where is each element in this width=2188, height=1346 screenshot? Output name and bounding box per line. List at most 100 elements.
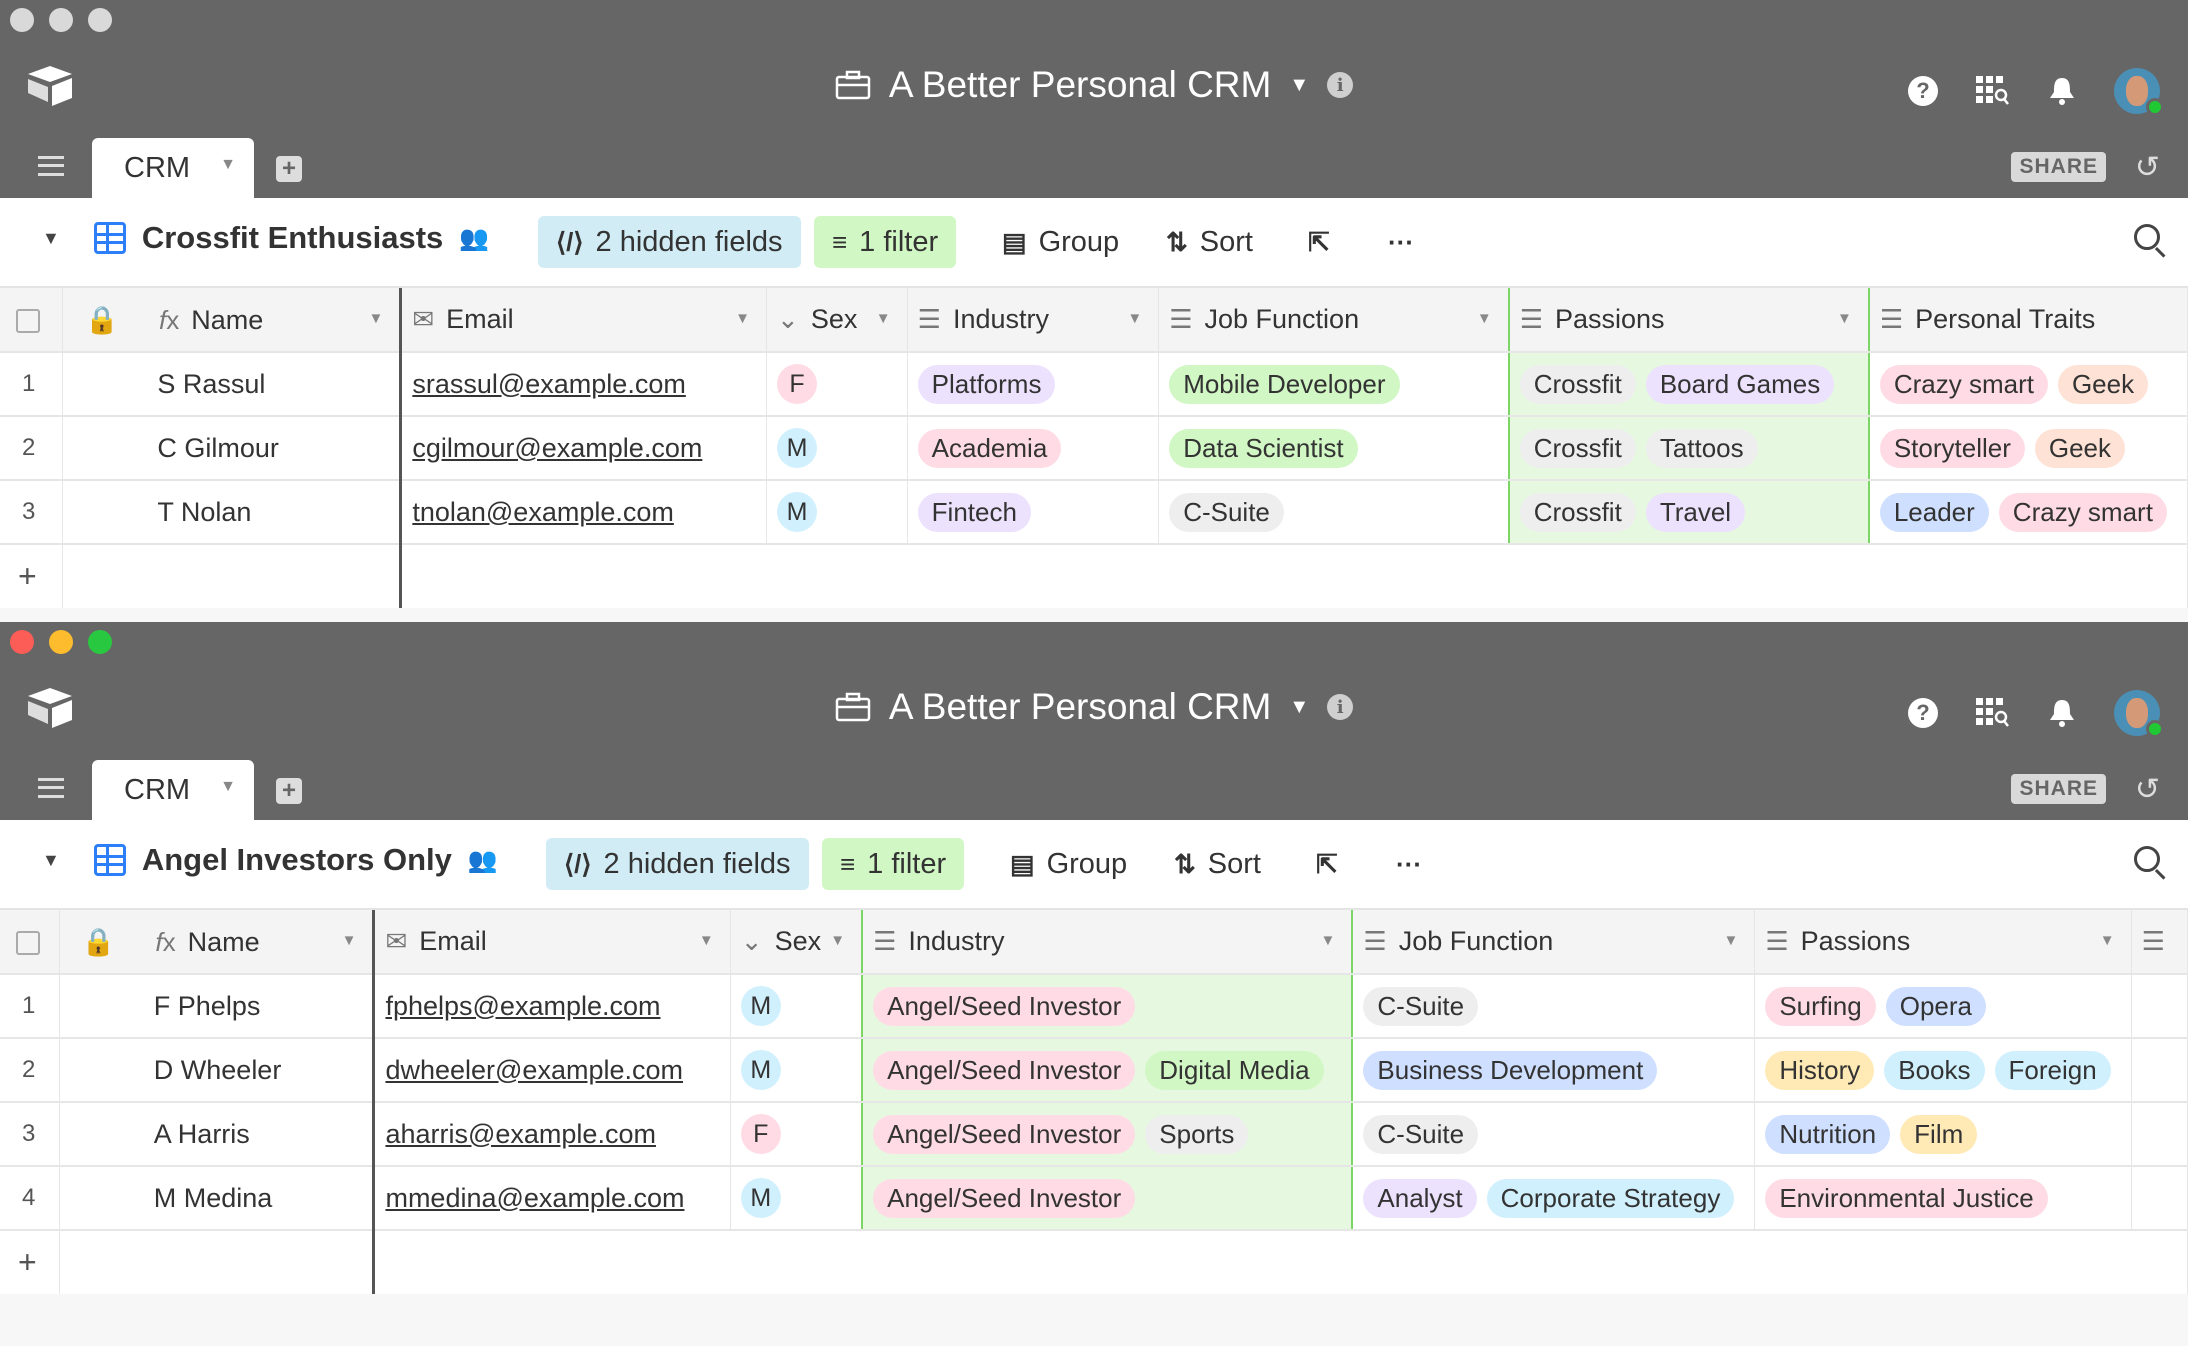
help-icon[interactable]: ? <box>1908 698 1938 728</box>
industry-cell[interactable]: Angel/Seed Investor Sports <box>861 1102 1354 1167</box>
add-table-icon[interactable]: + <box>276 778 302 804</box>
apps-icon[interactable] <box>1976 76 2010 106</box>
job-cell[interactable]: C-Suite <box>1352 974 1756 1039</box>
more-icon[interactable]: ··· <box>1370 216 1432 268</box>
tab-dropdown-icon[interactable]: ▼ <box>220 778 236 796</box>
industry-cell[interactable]: Angel/Seed Investor Digital Media <box>861 1038 1354 1103</box>
hidden-fields-button[interactable]: ⟨/⟩ 2 hidden fields <box>546 838 809 890</box>
column-header-next[interactable]: ☰ <box>2131 910 2188 975</box>
filter-button[interactable]: ≡ 1 filter <box>822 838 965 890</box>
avatar[interactable] <box>2114 68 2164 116</box>
job-cell[interactable]: C-Suite <box>1352 1102 1756 1167</box>
column-header-industry[interactable]: ☰ Industry ▼ <box>861 910 1354 975</box>
name-cell[interactable]: S Rassul <box>62 352 403 417</box>
base-title[interactable]: A Better Personal CRM <box>889 686 1271 728</box>
job-cell[interactable]: Analyst Corporate Strategy <box>1352 1166 1756 1231</box>
select-all-checkbox[interactable] <box>0 288 64 353</box>
job-cell[interactable]: Business Development <box>1352 1038 1756 1103</box>
email-cell[interactable]: fphelps@example.com <box>373 974 731 1039</box>
name-cell[interactable]: F Phelps <box>59 974 376 1039</box>
email-link[interactable]: tnolan@example.com <box>412 497 674 527</box>
column-header-name[interactable]: 🔒 fx Name ▼ <box>62 288 403 353</box>
email-cell[interactable]: srassul@example.com <box>400 352 768 417</box>
traits-cell[interactable]: Storyteller Geek <box>1868 416 2188 481</box>
base-menu-caret-icon[interactable]: ▼ <box>1289 696 1309 719</box>
passions-cell[interactable]: Crossfit Travel <box>1507 480 1870 545</box>
info-icon[interactable]: i <box>1327 72 1354 98</box>
industry-cell[interactable]: Academia <box>907 416 1160 481</box>
name-cell[interactable]: D Wheeler <box>59 1038 376 1103</box>
column-header-passions[interactable]: ☰ Passions ▼ <box>1507 288 1870 353</box>
sex-cell[interactable]: M <box>730 1038 863 1103</box>
share-view-icon[interactable]: ⇱ <box>1298 838 1356 890</box>
sex-cell[interactable]: M <box>730 974 863 1039</box>
bell-icon[interactable] <box>2048 76 2076 106</box>
history-icon[interactable]: ↺ <box>2135 772 2160 807</box>
job-cell[interactable]: Mobile Developer <box>1158 352 1510 417</box>
email-cell[interactable]: aharris@example.com <box>373 1102 731 1167</box>
sex-cell[interactable]: F <box>730 1102 863 1167</box>
industry-cell[interactable]: Angel/Seed Investor <box>861 1166 1354 1231</box>
help-icon[interactable]: ? <box>1908 76 1938 106</box>
email-link[interactable]: fphelps@example.com <box>385 991 660 1021</box>
passions-cell[interactable]: Environmental Justice <box>1754 1166 2132 1231</box>
tab-crm[interactable]: CRM ▼ <box>92 138 254 198</box>
menu-icon[interactable] <box>38 156 64 176</box>
view-name[interactable]: Crossfit Enthusiasts <box>142 220 443 256</box>
column-header-sex[interactable]: ⌄ Sex ▼ <box>766 288 908 353</box>
select-all-checkbox[interactable] <box>0 910 60 975</box>
table-row[interactable]: 1 S Rassul srassul@example.com F Platfor… <box>0 352 2188 417</box>
search-icon[interactable] <box>2134 224 2160 250</box>
email-cell[interactable]: mmedina@example.com <box>373 1166 731 1231</box>
history-icon[interactable]: ↺ <box>2135 150 2160 185</box>
email-cell[interactable]: dwheeler@example.com <box>373 1038 731 1103</box>
column-header-job-function[interactable]: ☰ Job Function ▼ <box>1352 910 1756 975</box>
group-button[interactable]: ▤ Group <box>984 216 1137 268</box>
industry-cell[interactable]: Angel/Seed Investor <box>861 974 1354 1039</box>
share-button[interactable]: SHARE <box>2011 774 2106 804</box>
sex-cell[interactable]: M <box>766 416 908 481</box>
email-link[interactable]: mmedina@example.com <box>385 1183 684 1213</box>
tab-crm[interactable]: CRM ▼ <box>92 760 254 820</box>
column-header-email[interactable]: ✉ Email ▼ <box>400 288 768 353</box>
tab-dropdown-icon[interactable]: ▼ <box>220 156 236 174</box>
menu-icon[interactable] <box>38 778 64 798</box>
traffic-lights[interactable] <box>10 8 112 32</box>
column-header-industry[interactable]: ☰ Industry ▼ <box>907 288 1160 353</box>
collapse-sidebar-icon[interactable]: ▼ <box>42 228 60 249</box>
bell-icon[interactable] <box>2048 698 2076 728</box>
passions-cell[interactable]: Crossfit Tattoos <box>1507 416 1870 481</box>
add-row[interactable]: + <box>0 1230 2188 1294</box>
hidden-fields-button[interactable]: ⟨/⟩ 2 hidden fields <box>538 216 801 268</box>
avatar[interactable] <box>2114 690 2164 738</box>
column-header-passions[interactable]: ☰ Passions ▼ <box>1754 910 2132 975</box>
add-record-icon[interactable]: + <box>0 1230 60 1294</box>
info-icon[interactable]: i <box>1327 694 1354 720</box>
table-row[interactable]: 2 C Gilmour cgilmour@example.com M Acade… <box>0 416 2188 481</box>
table-row[interactable]: 4 M Medina mmedina@example.com M Angel/S… <box>0 1166 2188 1231</box>
email-link[interactable]: aharris@example.com <box>385 1119 656 1149</box>
collaborators-icon[interactable]: 👥 <box>459 224 489 253</box>
name-cell[interactable]: A Harris <box>59 1102 376 1167</box>
add-record-icon[interactable]: + <box>0 544 64 608</box>
column-header-email[interactable]: ✉ Email ▼ <box>373 910 731 975</box>
base-title[interactable]: A Better Personal CRM <box>889 64 1271 106</box>
traits-cell[interactable]: Crazy smart Geek <box>1868 352 2188 417</box>
sort-button[interactable]: ⇅ Sort <box>1148 216 1271 268</box>
add-row[interactable]: + <box>0 544 2188 608</box>
filter-button[interactable]: ≡ 1 filter <box>814 216 957 268</box>
traits-cell[interactable]: Leader Crazy smart <box>1868 480 2188 545</box>
email-link[interactable]: dwheeler@example.com <box>385 1055 683 1085</box>
sort-button[interactable]: ⇅ Sort <box>1156 838 1279 890</box>
industry-cell[interactable]: Fintech <box>907 480 1160 545</box>
sex-cell[interactable]: M <box>730 1166 863 1231</box>
sex-cell[interactable]: M <box>766 480 908 545</box>
email-cell[interactable]: tnolan@example.com <box>400 480 768 545</box>
view-name[interactable]: Angel Investors Only <box>142 842 452 878</box>
email-link[interactable]: srassul@example.com <box>412 369 686 399</box>
name-cell[interactable]: M Medina <box>59 1166 376 1231</box>
column-header-personal-traits[interactable]: ☰ Personal Traits <box>1868 288 2188 353</box>
search-icon[interactable] <box>2134 846 2160 872</box>
group-button[interactable]: ▤ Group <box>992 838 1145 890</box>
email-cell[interactable]: cgilmour@example.com <box>400 416 768 481</box>
